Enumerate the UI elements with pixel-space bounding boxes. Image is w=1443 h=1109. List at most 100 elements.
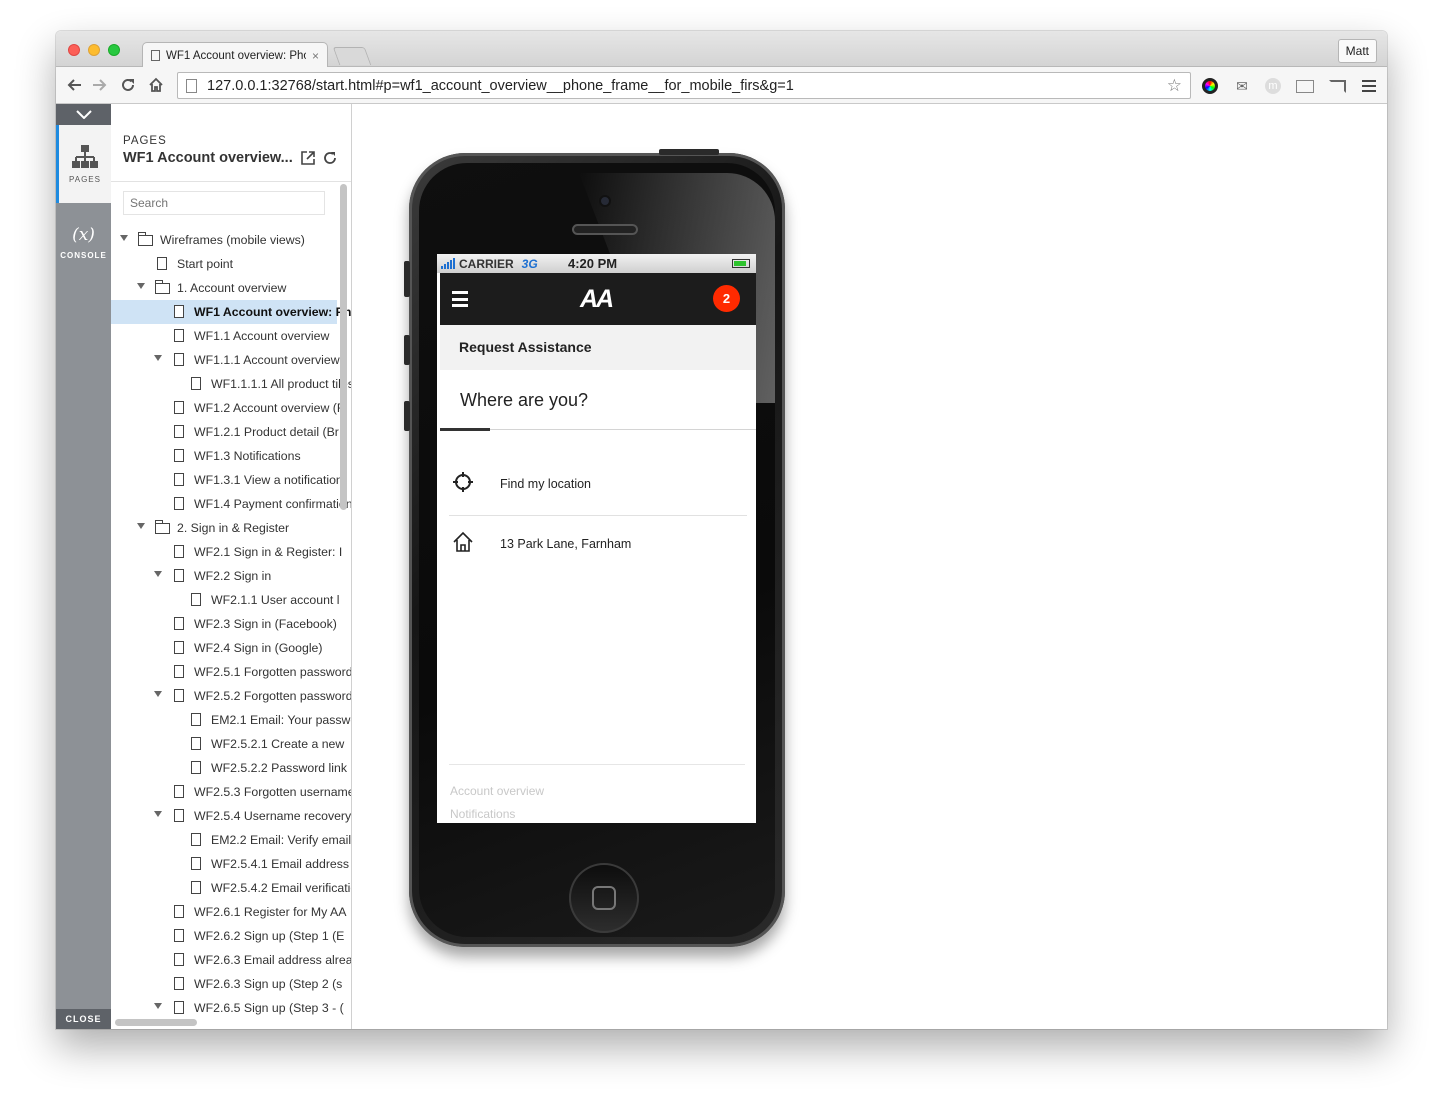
- tree-row-folder[interactable]: 1. Account overview: [111, 276, 337, 300]
- hamburger-menu-icon[interactable]: [452, 291, 468, 307]
- cast-icon[interactable]: [1328, 77, 1346, 95]
- console-tab[interactable]: (x) CONSOLE: [56, 212, 111, 272]
- expand-caret-icon[interactable]: [154, 1003, 162, 1009]
- tree-row-label: WF2.6.3 Email address already: [194, 953, 352, 967]
- tree-row-page[interactable]: WF1.1.1 Account overview: [111, 348, 340, 372]
- tree-row-page[interactable]: WF1.3.1 View a notification: [111, 468, 343, 492]
- expand-caret-icon[interactable]: [154, 811, 162, 817]
- pages-tab[interactable]: PAGES: [56, 125, 111, 203]
- tree-row-page[interactable]: WF1.2.1 Product detail (Br: [111, 420, 339, 444]
- tree-row-page[interactable]: WF2.6.5 Sign up (Step 3 - (: [111, 996, 344, 1020]
- aa-logo: AA: [580, 285, 614, 313]
- tree-row-label: WF2.1.1 User account l: [211, 593, 340, 607]
- tree-row-label: WF1 Account overview: Phone frame: [194, 305, 351, 319]
- speaker-grille: [572, 224, 638, 235]
- search-input[interactable]: [123, 191, 325, 215]
- find-location-option[interactable]: Find my location: [440, 455, 756, 515]
- tree-row-page[interactable]: WF1.1.1.1 All product tiles: [111, 372, 351, 396]
- mail-extension-icon[interactable]: ✉: [1233, 77, 1251, 95]
- tree-row-page[interactable]: WF2.5.4.2 Email verification: [111, 876, 351, 900]
- collapse-toggle[interactable]: [56, 104, 111, 125]
- close-window-button[interactable]: [68, 44, 80, 56]
- tree-row-page[interactable]: WF2.1 Sign in & Register: I: [111, 540, 342, 564]
- tree-row-page[interactable]: WF2.6.3 Email address already: [111, 948, 351, 972]
- tree-row-page[interactable]: WF2.5.2.1 Create a new: [111, 732, 344, 756]
- profile-button[interactable]: Matt: [1337, 39, 1377, 63]
- tree-row-page[interactable]: WF2.5.4.1 Email address: [111, 852, 349, 876]
- tree-row-folder[interactable]: Wireframes (mobile views): [111, 228, 337, 252]
- folder-icon: [138, 232, 153, 246]
- tree-row-page[interactable]: WF2.5.3 Forgotten username: [111, 780, 351, 804]
- tree-row-page[interactable]: WF1.3 Notifications: [111, 444, 337, 468]
- tree-row-page[interactable]: WF2.5.2 Forgotten password: [111, 684, 351, 708]
- horizontal-scrollbar[interactable]: [115, 1019, 197, 1026]
- tree-row-label: WF2.1 Sign in & Register: I: [194, 545, 343, 559]
- signal-icon: [441, 258, 455, 269]
- tree-row-page[interactable]: WF2.6.3 Sign up (Step 2 (s: [111, 972, 342, 996]
- left-rail: PAGES (x) CONSOLE CLOSE: [56, 104, 111, 1029]
- tree-row-page[interactable]: WF2.4 Sign in (Google): [111, 636, 337, 660]
- panel-header: PAGES: [123, 131, 167, 149]
- tree-row-page[interactable]: WF2.5.1 Forgotten password: [111, 660, 351, 684]
- new-tab-button[interactable]: [332, 47, 372, 65]
- tree-row-page[interactable]: WF2.2 Sign in: [111, 564, 337, 588]
- tree-row-label: WF1.1.1.1 All product tiles: [211, 377, 352, 391]
- tree-row-page[interactable]: WF2.6.1 Register for My AA: [111, 900, 346, 924]
- menu-icon[interactable]: [1360, 77, 1378, 95]
- zoom-window-button[interactable]: [108, 44, 120, 56]
- expand-caret-icon[interactable]: [137, 523, 145, 529]
- reload-icon[interactable]: [118, 75, 138, 95]
- tree-row-page[interactable]: EM2.1 Email: Your password: [111, 708, 351, 732]
- page-icon: [174, 353, 184, 366]
- refresh-page-icon[interactable]: [323, 151, 337, 165]
- folder-icon: [155, 280, 170, 294]
- vertical-scrollbar[interactable]: [340, 184, 347, 510]
- tree-row-label: WF2.2 Sign in: [194, 569, 272, 583]
- home-button[interactable]: [569, 863, 639, 933]
- page-icon: [174, 641, 184, 654]
- tree-row-page[interactable]: WF2.5.2.2 Password link: [111, 756, 347, 780]
- phone-screen: CARRIER 3G 4:20 PM AA 2 Request Assistan…: [437, 254, 756, 823]
- color-picker-extension-icon[interactable]: [1201, 77, 1219, 95]
- tree-row-page[interactable]: WF1 Account overview: Phone frame: [111, 300, 351, 324]
- back-icon[interactable]: [64, 75, 84, 95]
- address-bar[interactable]: 127.0.0.1:32768/start.html#p=wf1_account…: [177, 72, 1191, 99]
- tree-row-page[interactable]: WF2.5.4 Username recovery: [111, 804, 351, 828]
- question-accent: [440, 428, 490, 431]
- forward-icon[interactable]: [90, 75, 110, 95]
- notification-badge[interactable]: 2: [713, 285, 740, 312]
- tree-row-page[interactable]: WF1.4 Payment confirmation: [111, 492, 351, 516]
- tree-row-page[interactable]: WF2.6.2 Sign up (Step 1 (E: [111, 924, 344, 948]
- tree-row-page[interactable]: WF2.3 Sign in (Facebook): [111, 612, 337, 636]
- browser-tab[interactable]: WF1 Account overview: Phone frame ×: [142, 42, 328, 68]
- home-icon[interactable]: [146, 75, 166, 95]
- menu-item-notifications[interactable]: Notifications: [450, 807, 515, 821]
- tree-row-label: WF2.6.1 Register for My AA: [194, 905, 347, 919]
- tree-row-page[interactable]: WF1.1 Account overview: [111, 324, 337, 348]
- tree-row-page[interactable]: WF2.1.1 User account l: [111, 588, 340, 612]
- expand-caret-icon[interactable]: [154, 571, 162, 577]
- tree-row-label: 2. Sign in & Register: [177, 521, 290, 535]
- page-icon: [174, 449, 184, 462]
- tree-row-label: WF2.3 Sign in (Facebook): [194, 617, 337, 631]
- tree-row-folder[interactable]: 2. Sign in & Register: [111, 516, 337, 540]
- expand-caret-icon[interactable]: [120, 235, 128, 241]
- minimize-window-button[interactable]: [88, 44, 100, 56]
- tree-row-page[interactable]: WF1.2 Account overview (F: [111, 396, 344, 420]
- close-button[interactable]: CLOSE: [56, 1009, 111, 1029]
- tree-row-page[interactable]: EM2.2 Email: Verify email: [111, 828, 351, 852]
- sitemap-icon: [72, 144, 98, 168]
- tree-row-page[interactable]: Start point: [111, 252, 337, 276]
- expand-caret-icon[interactable]: [137, 283, 145, 289]
- tab-close-icon[interactable]: ×: [312, 49, 319, 63]
- expand-caret-icon[interactable]: [154, 691, 162, 697]
- expand-caret-icon[interactable]: [154, 355, 162, 361]
- app-bar: AA 2: [440, 273, 756, 325]
- open-in-new-icon[interactable]: [300, 151, 315, 165]
- saved-address-option[interactable]: 13 Park Lane, Farnham: [440, 515, 756, 575]
- menu-item-account-overview[interactable]: Account overview: [450, 784, 544, 798]
- volume-up-button: [404, 335, 410, 365]
- m-extension-icon[interactable]: m: [1264, 77, 1282, 95]
- image-extension-icon[interactable]: [1296, 77, 1314, 95]
- star-icon[interactable]: ☆: [1167, 76, 1182, 96]
